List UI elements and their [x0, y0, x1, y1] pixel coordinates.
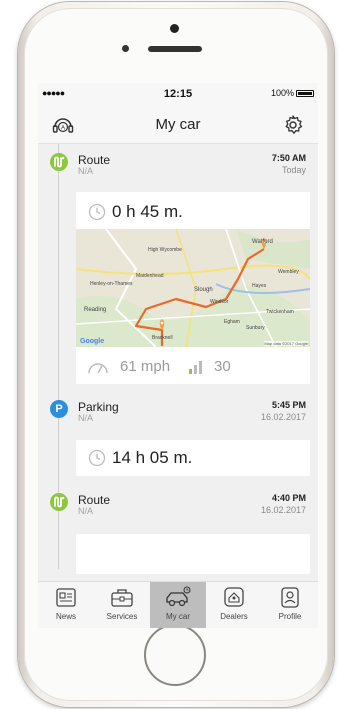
- map-label-watford: Watford: [252, 239, 273, 245]
- route-badge-icon: [50, 153, 68, 171]
- trip-stats: 61 mph 30: [86, 358, 231, 375]
- route-badge-icon: [50, 493, 68, 511]
- trip-signal-value: 30: [214, 358, 231, 375]
- front-camera: [170, 24, 179, 33]
- map-label-egham: Egham: [224, 319, 240, 325]
- event-time: 5:45 PM: [271, 400, 306, 410]
- route-map-graphic: [76, 229, 310, 347]
- event-subtitle: N/A: [78, 413, 94, 423]
- bottom-tab-bar: News Services My car Dealers Profile: [38, 581, 318, 628]
- event-subtitle: N/A: [78, 166, 94, 176]
- map-label-twickenham: Twickenham: [266, 309, 294, 315]
- parking-duration: 14 h 05 m.: [88, 448, 192, 468]
- map-label-henley: Henley-on-Thames: [90, 281, 133, 287]
- earpiece-speaker: [148, 46, 202, 52]
- parking-duration-card[interactable]: 14 h 05 m.: [76, 440, 310, 476]
- event-date: Today: [281, 165, 306, 175]
- map-label-hayes: Hayes: [252, 283, 267, 289]
- duration-value: 14 h 05 m.: [112, 448, 193, 467]
- timeline-event-route[interactable]: Route N/A 7:50 AM Today: [38, 151, 318, 181]
- trip-speed: 61 mph: [120, 358, 171, 375]
- event-date: 16.02.2017: [260, 505, 306, 515]
- trip-card-partial[interactable]: [76, 534, 310, 574]
- tab-news[interactable]: News: [38, 582, 94, 628]
- trip-card[interactable]: 0 h 45 m. Watford Slough Reading Brackne…: [76, 192, 310, 384]
- route-map[interactable]: Watford Slough Reading Bracknell Hayes T…: [76, 229, 310, 347]
- map-label-bracknell: Bracknell: [152, 335, 173, 341]
- event-time: 4:40 PM: [271, 493, 306, 503]
- event-date: 16.02.2017: [260, 412, 306, 422]
- proximity-sensor: [122, 45, 129, 52]
- home-button[interactable]: [144, 624, 206, 686]
- news-icon: [56, 588, 76, 607]
- battery-icon: [296, 89, 314, 97]
- dealer-icon: [224, 587, 244, 607]
- event-subtitle: N/A: [78, 506, 94, 516]
- speedometer-icon: [88, 362, 108, 373]
- clock-icon: [88, 203, 106, 221]
- event-title: Route: [78, 493, 111, 507]
- map-label-slough: Slough: [194, 287, 213, 293]
- battery-indicator: 100%: [271, 88, 314, 98]
- tab-services[interactable]: Services: [94, 582, 150, 628]
- tab-label: Services: [106, 612, 138, 621]
- duration-value: 0 h 45 m.: [112, 202, 183, 221]
- tab-label: Profile: [278, 612, 302, 621]
- tab-my-car[interactable]: My car: [150, 582, 206, 628]
- profile-icon: [281, 587, 299, 608]
- app-screen: ●●●●● 12:15 100% A My car Route N/A 7:50…: [38, 83, 318, 628]
- app-header: A My car: [38, 105, 318, 144]
- status-bar: ●●●●● 12:15 100%: [38, 83, 318, 105]
- map-label-maidenhead: Maidenhead: [136, 273, 164, 279]
- page-title: My car: [155, 116, 201, 133]
- map-label-windsor: Windsor: [210, 299, 229, 305]
- timeline-event-route[interactable]: Route N/A 4:40 PM 16.02.2017: [38, 491, 318, 521]
- event-title: Route: [78, 153, 111, 167]
- trip-duration: 0 h 45 m.: [88, 202, 183, 222]
- parking-badge-icon: P: [50, 400, 68, 418]
- tab-label: Dealers: [220, 612, 248, 621]
- timeline-event-parking[interactable]: P Parking N/A 5:45 PM 16.02.2017: [38, 398, 318, 428]
- clock-icon: [88, 449, 106, 467]
- timeline-feed: Route N/A 7:50 AM Today 0 h 45 m. Watfor…: [38, 144, 318, 574]
- tab-label: My car: [166, 612, 190, 621]
- battery-percent: 100%: [270, 88, 294, 98]
- map-label-wembley: Wembley: [278, 269, 299, 275]
- tab-dealers[interactable]: Dealers: [206, 582, 262, 628]
- tab-label: News: [55, 612, 76, 621]
- map-label-reading: Reading: [84, 307, 107, 313]
- settings-gear-icon[interactable]: [282, 114, 304, 136]
- map-attribution: Map data ©2017 Google: [264, 341, 308, 346]
- tab-profile[interactable]: Profile: [262, 582, 318, 628]
- event-time: 7:50 AM: [271, 153, 306, 163]
- signal-bars-icon: [189, 360, 203, 374]
- map-label-high-wycombe: High Wycombe: [148, 247, 182, 253]
- briefcase-icon: [111, 589, 133, 607]
- event-title: Parking: [78, 400, 119, 414]
- google-logo: Google: [80, 338, 105, 345]
- map-label-sunbury: Sunbury: [246, 325, 265, 331]
- car-icon: [166, 586, 191, 607]
